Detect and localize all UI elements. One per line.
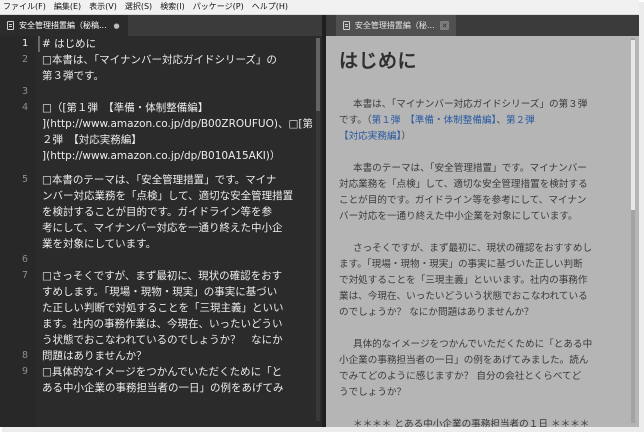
code-line: ](http://www.amazon.co.jp/dp/B00ZROUFUO)… (42, 118, 312, 130)
code-line: を検討することが目的です。ガイドライン等を参 (42, 206, 272, 218)
preview-link-vol1[interactable]: 第１弾 【準備・体制整備編】 (372, 115, 497, 126)
preview-text-fragment: 、 (496, 115, 506, 126)
line-number: 4 (21, 102, 28, 113)
line-number: 5 (21, 174, 28, 185)
preview-tab[interactable]: 安全管理措置編（秘稿... ✕ (336, 15, 456, 36)
preview-text: 小企業の事務担当者の一日」の例をあげてみました。読ん (339, 355, 589, 366)
preview-text: 【対応実務編】） (339, 129, 631, 145)
preview-pane: 安全管理措置編（秘稿... ✕ はじめに 本書は、「マイナンバー対応ガイドシリー… (326, 15, 639, 427)
document-icon (343, 21, 350, 30)
menu-view[interactable]: 表示(V) (85, 0, 121, 14)
preview-text: うでしょうか？ (339, 387, 407, 398)
code-line: □本書のテーマは、「安全管理措置」です。マイナ (42, 174, 277, 186)
menu-edit[interactable]: 編集(E) (50, 0, 85, 14)
code-line: # はじめに (42, 38, 97, 50)
code-line: □本書は、「マイナンバー対応ガイドシリーズ」の (42, 54, 277, 66)
editor-tab-bar: 安全管理措置編（秘稿... ● (0, 15, 322, 36)
code-line: □具体的なイメージをつかんでいただくために「と (42, 366, 283, 378)
menu-file[interactable]: ファイル(F) (0, 0, 50, 14)
editor-scrollbar[interactable] (316, 38, 320, 421)
code-line: 考にして、マイナンバー対応を一通り終えた中小企 (42, 222, 283, 234)
document-icon (7, 21, 14, 30)
preview-text: 対応業務を「点検」して、適切な安全管理措置を検討する (339, 179, 588, 190)
close-icon[interactable]: ✕ (440, 21, 449, 30)
markdown-preview: はじめに 本書は、「マイナンバー対応ガイドシリーズ」の第３弾 です。（第１弾 【… (326, 36, 639, 427)
editor-scroll-thumb[interactable] (316, 38, 320, 111)
code-line: ２弾 【対応実務編】 (42, 134, 142, 146)
preview-scrollbar[interactable] (631, 38, 635, 423)
code-line: た正しい判断で対処することを「三現主義」といい (42, 302, 284, 314)
preview-tab-title: 安全管理措置編（秘稿... (354, 21, 441, 30)
code-line: 第３弾です。 (42, 70, 104, 82)
code-line: 問題はありませんか？ (42, 350, 147, 362)
code-content[interactable]: # はじめに □本書は、「マイナンバー対応ガイドシリーズ」の 第３弾です。 □（… (42, 36, 312, 427)
window-shadow (639, 2, 644, 432)
preview-link-vol2[interactable]: 第２弾 (506, 115, 535, 126)
preview-tab-bar: 安全管理措置編（秘稿... ✕ (326, 15, 639, 36)
preview-text: バー対応を一通り終えた中小企業を対象にしています。 (339, 211, 578, 222)
preview-text: です。（第１弾 【準備・体制整備編】、第２弾 (339, 113, 631, 129)
preview-text: 具体的なイメージをつかんでいただくために「とある中 (353, 339, 593, 350)
code-line: □（[第１弾 【準備・体制整備編】 (42, 102, 209, 114)
line-number: 1 (21, 38, 28, 49)
preview-text: 本書は、「マイナンバー対応ガイドシリーズ」の第３弾 (353, 99, 588, 110)
line-number: 3 (21, 86, 28, 97)
preview-text: で対処することを「三現主義」といいます。社内の事務作 (339, 275, 588, 286)
preview-text: ＊＊＊＊ とある中小企業の事務担当者の１日 ＊＊＊＊ (353, 419, 590, 427)
preview-text: ことが目的です。ガイドライン等を参考にして、マイナン (339, 195, 587, 206)
menu-packages[interactable]: パッケージ(P) (189, 0, 248, 14)
code-line: ンバー対応業務を「点検」して、適切な安全管理措置 (42, 190, 294, 202)
code-line: ](http://www.amazon.co.jp/dp/B010A15AKI)… (42, 150, 281, 162)
menu-bar: ファイル(F) 編集(E) 表示(V) 選択(S) 検索(I) パッケージ(P)… (0, 0, 639, 15)
editor-text-area[interactable]: 1 2 3 4 5 6 7 8 9 # はじめに □本書は、「マイナンバー対応ガ… (0, 36, 322, 427)
menu-help[interactable]: ヘルプ(H) (248, 0, 292, 14)
preview-text-fragment: ） (401, 131, 411, 142)
modified-dot-icon[interactable]: ● (112, 21, 121, 30)
editor-pane: 安全管理措置編（秘稿... ● 1 2 3 4 5 6 7 8 9 # はじめに… (0, 15, 322, 427)
editor-tab-title: 安全管理措置編（秘稿... (19, 21, 107, 30)
code-line: すめします。「現場・現物・現実」の事実に基づい (42, 286, 278, 298)
app-window: ファイル(F) 編集(E) 表示(V) 選択(S) 検索(I) パッケージ(P)… (0, 0, 639, 427)
workspace: 安全管理措置編（秘稿... ● 1 2 3 4 5 6 7 8 9 # はじめに… (0, 15, 639, 427)
code-line: 業を対象にしています。 (42, 238, 157, 250)
window-shadow (2, 427, 644, 432)
preview-heading: はじめに (339, 50, 418, 72)
preview-text: でみてどのように感じますか？ 自分の会社とくらべてど (339, 371, 582, 382)
preview-text: のでしょうか？ なにか問題はありませんか？ (339, 307, 534, 318)
preview-text: 本書のテーマは、「安全管理措置」です。マイナンバー (353, 163, 587, 174)
line-number: 8 (21, 350, 28, 361)
code-line: □さっそくですが、まず最初に、現状の確認をおす (42, 270, 283, 282)
line-number-gutter: 1 2 3 4 5 6 7 8 9 (0, 36, 36, 427)
preview-link-vol2-title[interactable]: 【対応実務編】 (339, 131, 401, 142)
preview-text: ます。「現場・現物・現実」の事実に基づいた正しい判断 (339, 259, 583, 270)
editor-tab[interactable]: 安全管理措置編（秘稿... ● (0, 15, 128, 36)
line-number: 7 (21, 270, 28, 281)
code-line: ある中小企業の事務担当者の一日」の例をあげてみ (42, 382, 284, 394)
code-line: ます。社内の事務作業は、今現在、いったいどうい (42, 318, 283, 330)
preview-text: 業は、今現在、いったいどういう状態でおこなわれている (339, 291, 588, 302)
cursor-line-marker (38, 36, 40, 52)
preview-text: さっそくですが、まず最初に、現状の確認をおすすめし (353, 243, 593, 254)
line-number: 9 (21, 366, 28, 377)
preview-scroll-thumb[interactable] (631, 40, 635, 210)
menu-find[interactable]: 検索(I) (156, 0, 189, 14)
menu-selection[interactable]: 選択(S) (121, 0, 156, 14)
code-line: う状態でおこなわれているのでしょうか？ なにか (42, 334, 283, 346)
line-number: 2 (21, 54, 28, 65)
preview-text-fragment: です。 (339, 115, 367, 126)
line-number: 6 (21, 254, 28, 265)
